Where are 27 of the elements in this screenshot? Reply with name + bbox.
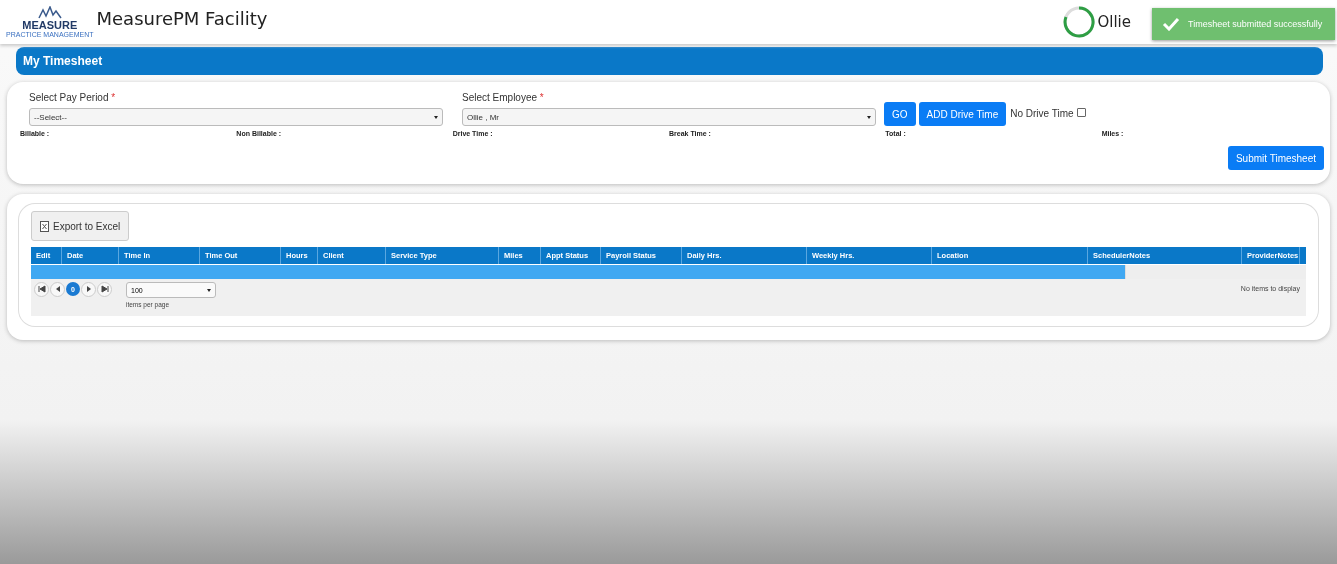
logo-icon: [36, 6, 63, 20]
add-drive-time-button[interactable]: ADD Drive Time: [918, 102, 1007, 126]
check-icon: [1162, 17, 1180, 31]
first-page-icon[interactable]: [34, 281, 49, 297]
pay-period-dropdown[interactable]: --Select--: [29, 108, 443, 126]
field-label: Select Employee *: [462, 92, 545, 103]
caret-icon: [207, 288, 211, 292]
caret-icon: [867, 115, 871, 119]
checkbox-label: No Drive Time: [1010, 108, 1074, 119]
caret-icon: [434, 115, 438, 119]
submit-timesheet-button[interactable]: Submit Timesheet: [1227, 146, 1324, 170]
previous-page-icon[interactable]: [50, 281, 65, 297]
employee-dropdown[interactable]: Ollie , Mr: [462, 108, 876, 126]
field-label: Select Pay Period *: [29, 92, 117, 103]
scrollbar[interactable]: [1125, 265, 1306, 279]
toast-message: Timesheet submitted successfully: [1188, 19, 1323, 29]
panel-title: My Timesheet: [23, 54, 103, 68]
export-to-excel-button[interactable]: Export to Excel: [31, 211, 130, 241]
logo-text: MEASURE: [22, 20, 78, 31]
go-button[interactable]: GO: [884, 102, 916, 126]
user-name[interactable]: Ollie: [1097, 13, 1131, 31]
no-drive-time-checkbox[interactable]: [1076, 108, 1086, 117]
next-page-icon[interactable]: [81, 281, 96, 297]
progress-ring-icon: [1063, 6, 1096, 38]
last-page-icon[interactable]: [97, 281, 112, 297]
excel-file-icon: [40, 220, 49, 232]
app-title: MeasurePM Facility: [96, 7, 268, 29]
